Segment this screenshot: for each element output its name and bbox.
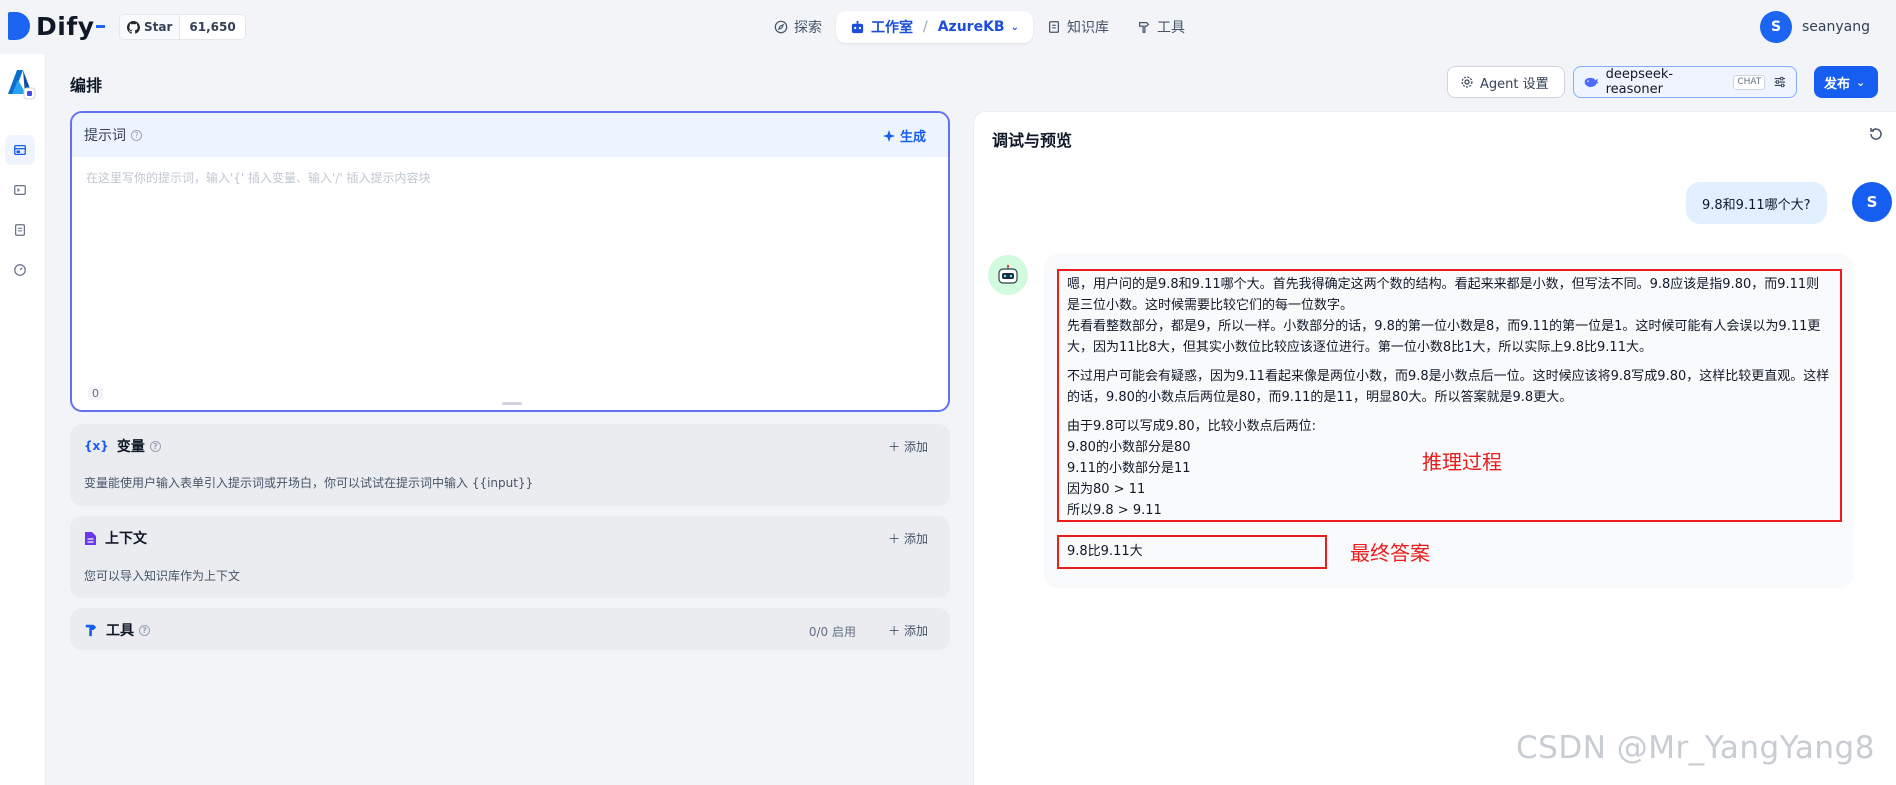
user-message: 9.8和9.11哪个大?	[1686, 182, 1827, 224]
user-menu[interactable]: S seanyang	[1760, 11, 1870, 43]
github-star-button[interactable]: Star 61,650	[119, 14, 246, 40]
generate-label: 生成	[899, 130, 926, 145]
whale-icon	[1584, 77, 1599, 87]
context-description: 您可以导入知识库作为上下文	[84, 569, 241, 583]
hammer-icon	[84, 623, 98, 637]
left-sidebar	[0, 54, 46, 785]
github-icon	[127, 20, 140, 34]
gear-icon	[1461, 76, 1473, 88]
reasoning-process: 嗯，用户问的是9.8和9.11哪个大。首先我得确定这两个数的结构。看起来来都是小…	[1057, 269, 1842, 522]
prompt-label: 提示词	[84, 128, 126, 144]
variables-description: 变量能使用户输入表单引入提示词或开场白，你可以试试在提示词中输入 {{input…	[84, 476, 534, 490]
chevron-down-icon: ⌄	[1856, 75, 1866, 89]
nav-tools-label: 工具	[1156, 20, 1185, 36]
robot-icon	[851, 20, 864, 33]
reasoning-paragraph: 嗯，用户问的是9.8和9.11哪个大。首先我得确定这两个数的结构。看起来来都是小…	[1067, 277, 1820, 313]
agent-settings-label: Agent 设置	[1480, 76, 1549, 92]
watermark: CSDN @Mr_YangYang8	[1516, 730, 1875, 766]
terminal-icon	[14, 185, 26, 195]
model-mode-badge: CHAT	[1733, 74, 1766, 90]
page-title: 编排	[70, 76, 103, 95]
user-name: seanyang	[1802, 19, 1870, 35]
variable-icon: {x}	[84, 439, 109, 453]
reasoning-paragraph: 由于9.8可以写成9.80，比较小数点后两位:	[1067, 419, 1316, 434]
dify-logo[interactable]: Dify	[8, 10, 105, 42]
preview-title: 调试与预览	[992, 131, 1073, 150]
nav-knowledge[interactable]: 知识库	[1033, 11, 1123, 43]
publish-label: 发布	[1824, 76, 1851, 92]
book-icon	[1048, 21, 1059, 33]
annotation-final-answer: 最终答案	[1350, 541, 1430, 565]
add-tool-button[interactable]: ＋ 添加	[888, 622, 928, 639]
compass-icon	[774, 20, 788, 34]
app-name: Dify	[36, 11, 95, 41]
azure-icon	[8, 70, 36, 100]
add-context-button[interactable]: ＋ 添加	[888, 530, 928, 547]
sliders-icon[interactable]	[1773, 75, 1787, 89]
sidebar-item-api[interactable]	[5, 175, 35, 205]
context-title: 上下文	[105, 531, 147, 547]
reasoning-paragraph: 先看看整数部分，都是9，所以一样。小数部分的话，9.8的第一位小数是8，而9.1…	[1067, 319, 1821, 355]
prompt-editor: 提示词 ? 生成 在这里写你的提示词，输入'{' 插入变量、输入'/' 插入提示…	[70, 111, 950, 412]
nav-current-app[interactable]: AzureKB	[938, 19, 1005, 35]
avatar: S	[1760, 11, 1793, 43]
generate-button[interactable]: 生成	[882, 126, 926, 145]
debug-preview-panel: 调试与预览 9.8和9.11哪个大? S 嗯，用户问的是9.8和9.11哪个大。…	[973, 111, 1896, 785]
context-panel: 上下文 ＋ 添加 您可以导入知识库作为上下文	[70, 516, 950, 598]
sparkle-icon	[882, 129, 895, 142]
tools-enabled-count: 0/0 启用	[808, 625, 856, 639]
final-answer: 9.8比9.11大	[1057, 535, 1327, 569]
sidebar-item-logs[interactable]	[5, 215, 35, 245]
github-star-count: 61,650	[189, 20, 236, 34]
robot-icon	[998, 264, 1018, 284]
agent-settings-button[interactable]: Agent 设置	[1447, 66, 1565, 98]
nav-explore-label: 探索	[794, 20, 822, 36]
dify-logo-icon	[8, 10, 30, 42]
publish-button[interactable]: 发布 ⌄	[1814, 66, 1878, 98]
avatar: S	[1852, 182, 1892, 222]
resize-handle[interactable]	[502, 402, 522, 405]
hammer-icon	[1138, 22, 1150, 33]
layout-icon	[14, 144, 26, 156]
sidebar-item-orchestrate[interactable]	[5, 135, 35, 165]
github-star-label: Star	[144, 20, 173, 34]
annotation-reasoning: 推理过程	[1422, 450, 1502, 474]
help-icon[interactable]: ?	[131, 129, 142, 141]
reasoning-line: 因为80 > 11	[1067, 482, 1146, 497]
reasoning-paragraph: 不过用户可能会有疑惑，因为9.11看起来像是两位小数，而9.8是小数点后一位。这…	[1067, 369, 1830, 405]
help-icon[interactable]: ?	[149, 440, 161, 452]
nav-studio-label: 工作室	[871, 20, 913, 36]
nav-knowledge-label: 知识库	[1066, 20, 1109, 36]
model-selector[interactable]: deepseek-reasoner CHAT	[1573, 66, 1797, 98]
document-icon	[15, 224, 25, 236]
reasoning-line: 所以9.8 > 9.11	[1067, 503, 1162, 518]
tools-title: 工具	[106, 623, 134, 639]
app-icon[interactable]	[4, 66, 36, 100]
variables-panel: {x} 变量 ? ＋ 添加 变量能使用户输入表单引入提示词或开场白，你可以试试在…	[70, 424, 950, 506]
prompt-header: 提示词 ? 生成	[72, 113, 948, 157]
prompt-input[interactable]: 在这里写你的提示词，输入'{' 插入变量、输入'/' 插入提示内容块	[72, 157, 948, 198]
nav-studio[interactable]: 工作室 / AzureKB ⌄	[836, 11, 1033, 43]
add-variable-button[interactable]: ＋ 添加	[888, 438, 928, 455]
model-name: deepseek-reasoner	[1605, 67, 1674, 97]
help-icon[interactable]: ?	[139, 624, 150, 636]
bot-avatar	[988, 255, 1028, 295]
nav-tools[interactable]: 工具	[1123, 11, 1199, 43]
nav-explore[interactable]: 探索	[760, 11, 836, 43]
main-nav: 探索 工作室 / AzureKB ⌄ 知识库 工具	[760, 10, 1199, 44]
refresh-icon[interactable]	[1868, 126, 1884, 146]
variables-title: 变量	[116, 439, 145, 455]
file-icon	[84, 531, 97, 546]
top-navigation: Dify Star 61,650 探索 工作室 / AzureKB ⌄ 知识库 …	[0, 0, 1896, 54]
prompt-char-count: 0	[88, 387, 103, 400]
chevron-down-icon[interactable]: ⌄	[1011, 22, 1019, 33]
gauge-icon	[14, 264, 26, 276]
tools-panel: 工具 ? 0/0 启用 ＋ 添加	[70, 608, 950, 650]
sidebar-item-monitoring[interactable]	[5, 255, 35, 285]
